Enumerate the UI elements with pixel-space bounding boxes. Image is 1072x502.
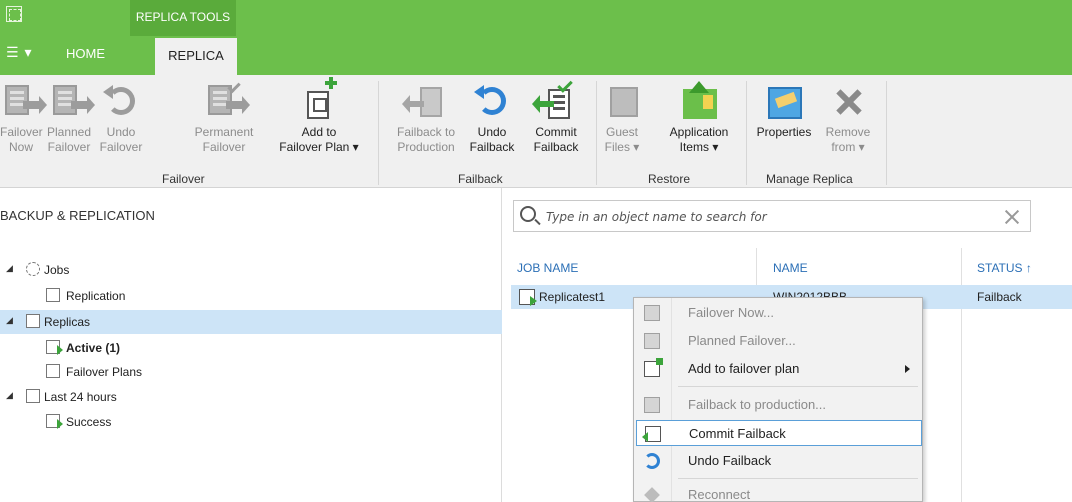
- menu-item-failback-to-production[interactable]: Failback to production...: [636, 392, 922, 418]
- menu-item-reconnect[interactable]: Reconnect: [636, 482, 922, 502]
- menu-item-undo-failback[interactable]: Undo Failback: [636, 448, 922, 474]
- planned-failover-icon: [644, 333, 660, 349]
- guest-files-button[interactable]: Guest Files ▾: [604, 81, 640, 155]
- jobs-gear-icon: [26, 262, 40, 276]
- planned-failover-icon: [49, 81, 95, 123]
- main-menu-button[interactable]: ☰ ▾: [6, 44, 32, 61]
- tree-node-active[interactable]: Active (1): [0, 336, 502, 360]
- tree-node-replicas[interactable]: ◢ Replicas: [0, 310, 502, 334]
- undo-failover-icon: [101, 81, 141, 123]
- search-box[interactable]: [513, 200, 1031, 232]
- reconnect-icon: [644, 487, 660, 502]
- context-menu: Failover Now... Planned Failover... Add …: [633, 297, 923, 502]
- search-input[interactable]: [546, 207, 986, 227]
- menu-item-planned-failover[interactable]: Planned Failover...: [636, 328, 922, 354]
- permanent-failover-button[interactable]: Permanent Failover: [184, 79, 264, 155]
- clear-search-icon[interactable]: [1004, 209, 1020, 225]
- undo-failback-icon: [644, 453, 660, 469]
- group-label-failback: Failback: [458, 172, 503, 186]
- permanent-failover-icon: [204, 79, 250, 123]
- title-bar: REPLICA TOOLS ☰ ▾ HOME REPLICA: [0, 0, 1072, 75]
- menu-separator: [678, 478, 918, 479]
- remove-from-button[interactable]: Remove from ▾: [820, 81, 876, 155]
- ribbon: Failover Now Planned Failover Undo Failo…: [0, 75, 1072, 188]
- add-to-failover-plan-button[interactable]: Add to Failover Plan ▾: [268, 77, 370, 155]
- ribbon-divider: [596, 81, 597, 185]
- group-label-restore: Restore: [648, 172, 691, 186]
- undo-failback-icon: [472, 81, 512, 123]
- tab-home[interactable]: HOME: [66, 46, 105, 61]
- failover-plan-icon: [46, 364, 60, 378]
- commit-failback-icon: [642, 426, 661, 442]
- pane-title: BACKUP & REPLICATION: [0, 208, 155, 223]
- failover-now-button[interactable]: Failover Now: [0, 81, 47, 155]
- tree-node-replication[interactable]: Replication: [0, 284, 502, 308]
- replication-job-icon: [46, 288, 60, 302]
- tree-node-jobs[interactable]: ◢ Jobs: [0, 258, 502, 282]
- tab-replica[interactable]: REPLICA: [155, 38, 237, 75]
- failover-now-icon: [644, 305, 660, 321]
- active-replica-icon: [46, 340, 63, 355]
- cell-status: Failback: [977, 290, 1022, 304]
- group-label-manage-replica: Manage Replica: [766, 172, 853, 186]
- ribbon-divider: [886, 81, 887, 185]
- group-label-failover: Failover: [162, 172, 205, 186]
- planned-failover-button[interactable]: Planned Failover: [44, 81, 95, 155]
- tree-node-last-24-hours[interactable]: ◢ Last 24 hours: [0, 385, 502, 409]
- failback-to-production-button[interactable]: Failback to Production: [384, 81, 468, 155]
- application-items-icon: [679, 81, 719, 123]
- tree-node-failover-plans[interactable]: Failover Plans: [0, 360, 502, 384]
- failback-icon: [402, 81, 446, 123]
- ribbon-divider: [378, 81, 379, 185]
- cell-job-name: Replicatest1: [539, 290, 606, 304]
- menu-separator: [678, 386, 918, 387]
- undo-failback-button[interactable]: Undo Failback: [466, 81, 518, 155]
- app-logo-icon: [6, 6, 22, 22]
- application-items-button[interactable]: Application Items ▾: [662, 81, 736, 155]
- commit-failback-button[interactable]: Commit Failback: [528, 77, 584, 155]
- menu-item-failover-now[interactable]: Failover Now...: [636, 300, 922, 326]
- undo-failover-button[interactable]: Undo Failover: [96, 81, 146, 155]
- guest-files-icon: [604, 81, 644, 123]
- properties-button[interactable]: Properties: [750, 81, 818, 140]
- commit-failback-icon: [532, 77, 576, 123]
- failback-icon: [644, 397, 660, 413]
- properties-icon: [764, 81, 804, 123]
- expand-arrow-icon[interactable]: ◢: [6, 263, 13, 274]
- add-to-plan-icon: [299, 77, 339, 123]
- search-icon: [520, 206, 536, 222]
- replica-tools-header: REPLICA TOOLS: [130, 0, 236, 36]
- success-icon: [46, 414, 63, 429]
- add-to-plan-icon: [644, 358, 663, 377]
- replica-job-icon: [519, 289, 537, 306]
- tree-node-success[interactable]: Success: [0, 410, 502, 434]
- last-24-hours-icon: [26, 389, 40, 403]
- submenu-arrow-icon: [905, 365, 910, 373]
- column-header-name[interactable]: NAME: [773, 261, 808, 275]
- expand-arrow-icon[interactable]: ◢: [6, 390, 13, 401]
- failover-now-icon: [1, 81, 47, 123]
- column-header-job-name[interactable]: JOB NAME: [517, 261, 578, 275]
- column-header-status[interactable]: STATUS ↑: [977, 261, 1032, 275]
- remove-x-icon: [828, 81, 868, 123]
- replicas-icon: [26, 314, 40, 328]
- menu-item-commit-failback[interactable]: Commit Failback: [636, 420, 922, 446]
- navigation-pane: BACKUP & REPLICATION ◢ Jobs Replication …: [0, 188, 502, 502]
- menu-item-add-to-failover-plan[interactable]: Add to failover plan: [636, 356, 922, 382]
- expand-arrow-icon[interactable]: ◢: [6, 315, 13, 326]
- ribbon-divider: [746, 81, 747, 185]
